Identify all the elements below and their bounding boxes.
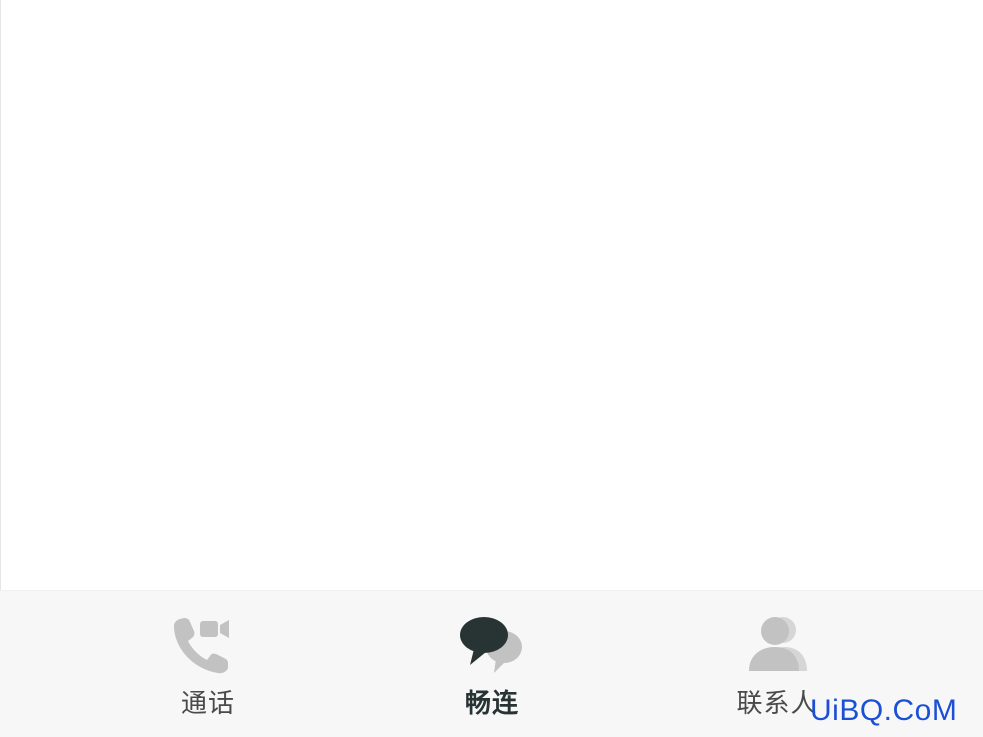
tab-calls-label: 通话 bbox=[180, 689, 235, 719]
tab-calls[interactable]: 通话 bbox=[108, 591, 308, 737]
content-area bbox=[0, 0, 983, 590]
contacts-icon bbox=[739, 613, 815, 677]
left-edge-divider bbox=[0, 0, 1, 590]
tab-chat[interactable]: 畅连 bbox=[392, 591, 592, 737]
chat-bubbles-icon bbox=[454, 613, 530, 677]
phone-video-icon bbox=[170, 613, 246, 677]
tab-chat-label: 畅连 bbox=[464, 689, 519, 719]
watermark-text: UiBQ.CoM bbox=[810, 694, 958, 727]
app-screen: 通话 畅连 联系人 UiBQ.CoM bbox=[0, 0, 983, 737]
